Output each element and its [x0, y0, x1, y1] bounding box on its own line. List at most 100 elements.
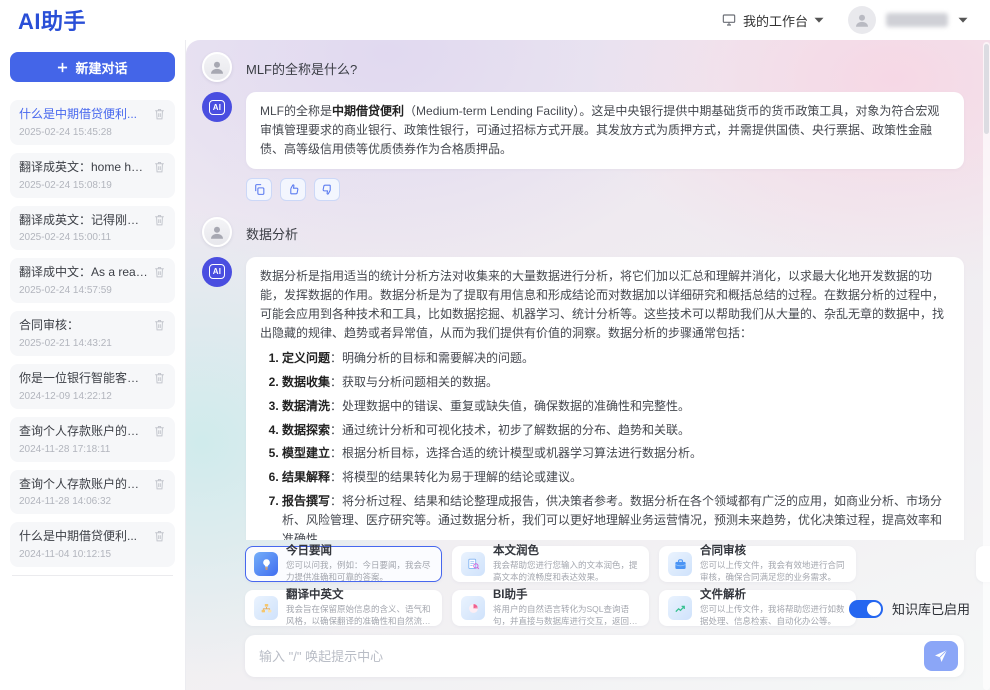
conversation-time: 2025-02-24 15:45:28: [19, 127, 166, 138]
trash-icon[interactable]: [153, 529, 166, 543]
conversation-time: 2025-02-24 14:57:59: [19, 285, 166, 296]
conversation-title: 查询个人存款账户的最新...: [19, 476, 149, 493]
card-title: 今日要闻: [286, 545, 433, 559]
conversation-item[interactable]: 你是一位银行智能客服，... 2024-12-09 14:22:12: [10, 364, 175, 409]
ai-message-card: MLF的全称是中期借贷便利（Medium-term Lending Facili…: [246, 92, 964, 169]
user-message-text: MLF的全称是什么?: [246, 52, 357, 78]
trash-icon[interactable]: [153, 160, 166, 174]
step-item: 报告撰写：将分析过程、结果和结论整理成报告，供决策者参考。数据分析在各个领域都有…: [282, 492, 950, 540]
conversation-item[interactable]: 翻译成中文：As a reader... 2025-02-24 14:57:59: [10, 258, 175, 303]
conversation-item[interactable]: 什么是中期借贷便利... 2024-11-04 10:12:15: [10, 522, 175, 567]
copy-icon: [253, 183, 266, 196]
ai-text: MLF的全称是: [260, 104, 332, 118]
user-message-text: 数据分析: [246, 217, 298, 243]
card-desc: 您可以问我，例如：今日要闻，我会尽力提供准确和可靠的答案。: [286, 560, 433, 583]
ai-text-bold: 中期借贷便利: [332, 104, 404, 118]
conversation-time: 2025-02-21 14:43:21: [19, 338, 166, 349]
thumbs-up-button[interactable]: [280, 178, 306, 201]
trash-icon[interactable]: [153, 371, 166, 385]
card-title: BI助手: [493, 589, 640, 603]
person-icon: [853, 11, 871, 29]
bulb-icon: [254, 552, 278, 576]
step-item: 结果解释：将模型的结果转化为易于理解的结论或建议。: [282, 468, 950, 487]
step-item: 数据探索：通过统计分析和可视化技术，初步了解数据的分布、趋势和关联。: [282, 421, 950, 440]
copy-button[interactable]: [246, 178, 272, 201]
page-scrollbar[interactable]: [983, 42, 990, 690]
card-text-polish[interactable]: 本文润色 我会帮助您进行您输入的文本润色，提高文本的流畅度和表达效果。: [452, 546, 649, 582]
monitor-icon: [721, 12, 737, 28]
trend-icon: [668, 596, 692, 620]
ai-avatar: AI: [202, 92, 232, 122]
conversation-title: 翻译成英文：记得刚开始...: [19, 212, 149, 229]
conversation-item[interactable]: 合同审核： 2025-02-21 14:43:21: [10, 311, 175, 356]
person-icon: [208, 223, 226, 241]
ai-message: AI MLF的全称是中期借贷便利（Medium-term Lending Fac…: [202, 92, 964, 169]
step-item: 定义问题：明确分析的目标和需要解决的问题。: [282, 349, 950, 368]
card-desc: 我会旨在保留原始信息的含义、语气和风格，以确保翻译的准确性和自然流畅。: [286, 604, 433, 627]
card-title: 本文润色: [493, 545, 640, 559]
conversation-title: 什么是中期借贷便利...: [19, 528, 149, 545]
briefcase-icon: [668, 552, 692, 576]
sidebar: 新建对话 什么是中期借贷便利... 2025-02-24 15:45:28 翻译…: [0, 40, 186, 690]
user-avatar: [202, 217, 232, 247]
trash-icon[interactable]: [153, 107, 166, 121]
ai-intro: 数据分析是指用适当的统计分析方法对收集来的大量数据进行分析，将它们加以汇总和理解…: [260, 269, 944, 340]
app-logo: AI助手: [18, 4, 86, 36]
card-bi-assistant[interactable]: BI助手 将用户的自然语言转化为SQL查询语句，并直接与数据库进行交互，返回智能…: [452, 590, 649, 626]
user-message: 数据分析: [202, 217, 964, 247]
conversation-time: 2024-11-28 14:06:32: [19, 496, 166, 507]
card-contract-review[interactable]: 合同审核 您可以上传文件，我会有效地进行合同审核，确保合同满足您的业务需求。: [659, 546, 856, 582]
knowledge-toggle-row: 知识库已启用: [849, 599, 970, 618]
ai-message: AI 数据分析是指用适当的统计分析方法对收集来的大量数据进行分析，将它们加以汇总…: [202, 257, 964, 540]
card-title: 翻译中英文: [286, 589, 433, 603]
conversation-title: 翻译成中文：As a reader...: [19, 264, 149, 281]
step-item: 模型建立：根据分析目标，选择合适的统计模型或机器学习算法进行数据分析。: [282, 444, 950, 463]
message-actions: [246, 178, 964, 201]
card-desc: 您可以上传文件，我会有效地进行合同审核，确保合同满足您的业务需求。: [700, 560, 847, 583]
trash-icon[interactable]: [153, 265, 166, 279]
send-button[interactable]: [924, 641, 958, 671]
conversation-item[interactable]: 查询个人存款账户的最新... 2024-11-28 17:18:11: [10, 417, 175, 462]
conversation-item[interactable]: 翻译成英文：home home 2025-02-24 15:08:19: [10, 153, 175, 198]
avatar[interactable]: [848, 6, 876, 34]
username-redacted[interactable]: [886, 13, 948, 27]
conversation-item[interactable]: 翻译成英文：记得刚开始... 2025-02-24 15:00:11: [10, 206, 175, 251]
new-chat-button[interactable]: 新建对话: [10, 52, 175, 82]
conversation-time: 2025-02-24 15:08:19: [19, 180, 166, 191]
card-file-parse[interactable]: 文件解析 您可以上传文件，我将帮助您进行如数据处理、信息检索、自动化办公等。: [659, 590, 856, 626]
workspace-menu[interactable]: 我的工作台: [721, 11, 824, 30]
user-message: MLF的全称是什么?: [202, 52, 964, 82]
chevron-down-icon[interactable]: [958, 17, 968, 24]
conversation-title: 合同审核：: [19, 317, 149, 334]
thumbs-down-icon: [321, 183, 334, 196]
trash-icon[interactable]: [153, 477, 166, 491]
conversation-item[interactable]: 什么是中期借贷便利... 2025-02-24 15:45:28: [10, 100, 175, 145]
step-item: 数据清洗：处理数据中的错误、重复或缺失值，确保数据的准确性和完整性。: [282, 397, 950, 416]
card-translate[interactable]: 翻译中英文 我会旨在保留原始信息的含义、语气和风格，以确保翻译的准确性和自然流畅…: [245, 590, 442, 626]
chevron-down-icon: [814, 17, 824, 24]
thumbs-up-icon: [287, 183, 300, 196]
conversation-list: 什么是中期借贷便利... 2025-02-24 15:45:28 翻译成英文：h…: [10, 100, 175, 576]
trash-icon[interactable]: [153, 424, 166, 438]
paper-plane-icon: [933, 648, 949, 664]
message-input[interactable]: [259, 649, 924, 664]
card-desc: 您可以上传文件，我将帮助您进行如数据处理、信息检索、自动化办公等。: [700, 604, 847, 627]
trash-icon[interactable]: [153, 213, 166, 227]
pie-chart-icon: [461, 596, 485, 620]
new-chat-label: 新建对话: [75, 58, 127, 77]
card-daily-news[interactable]: 今日要闻 您可以问我，例如：今日要闻，我会尽力提供准确和可靠的答案。: [245, 546, 442, 582]
conversation-title: 什么是中期借贷便利...: [19, 106, 149, 123]
polish-icon: [461, 552, 485, 576]
knowledge-toggle[interactable]: [849, 600, 883, 618]
conversation-title: 你是一位银行智能客服，...: [19, 370, 149, 387]
step-item: 数据收集：获取与分析问题相关的数据。: [282, 373, 950, 392]
person-icon: [208, 58, 226, 76]
thumbs-down-button[interactable]: [314, 178, 340, 201]
conversation-item[interactable]: 查询个人存款账户的最新... 2024-11-28 14:06:32: [10, 470, 175, 515]
conversation-title: 翻译成英文：home home: [19, 159, 149, 176]
topbar: AI助手 我的工作台: [0, 0, 990, 40]
trash-icon[interactable]: [153, 318, 166, 332]
conversation-time: 2024-11-28 17:18:11: [19, 444, 166, 455]
conversation-time: 2024-11-04 10:12:15: [19, 549, 166, 560]
card-desc: 将用户的自然语言转化为SQL查询语句，并直接与数据库进行交互，返回智能推荐的图表…: [493, 604, 640, 627]
